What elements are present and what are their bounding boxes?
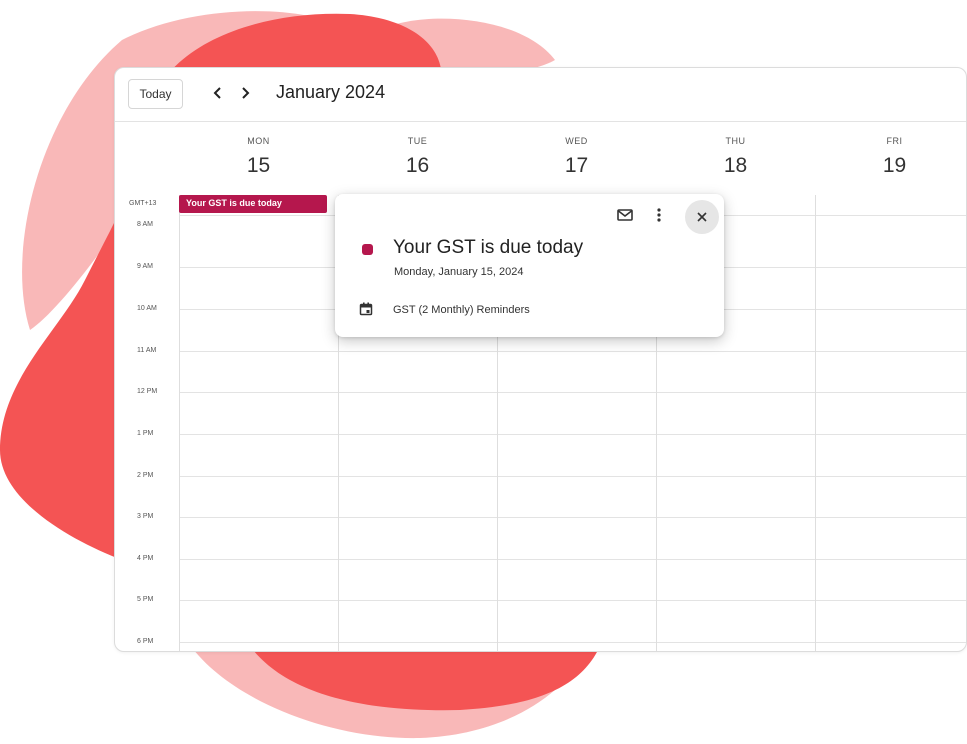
mail-icon[interactable] xyxy=(614,204,636,226)
time-label: 2 PM xyxy=(137,472,154,479)
event-title: Your GST is due today xyxy=(393,237,584,258)
time-label: 12 PM xyxy=(137,388,158,395)
time-label: 6 PM xyxy=(137,638,154,645)
column-divider xyxy=(815,195,816,651)
event-date: Monday, January 15, 2024 xyxy=(394,266,524,278)
time-label: 10 AM xyxy=(137,305,157,312)
column-divider xyxy=(179,195,180,651)
event-color-swatch xyxy=(362,244,373,255)
calendar-window: Today January 2024 MON 15 TUE 16 WED 17 … xyxy=(114,67,967,652)
grid-line xyxy=(179,434,966,435)
grid-line xyxy=(179,517,966,518)
time-label: 1 PM xyxy=(137,430,154,437)
calendar-icon xyxy=(359,302,373,321)
time-label: 9 AM xyxy=(137,263,153,270)
grid-line xyxy=(179,600,966,601)
time-label: 3 PM xyxy=(137,513,154,520)
grid-line xyxy=(179,559,966,560)
time-label: 5 PM xyxy=(137,596,154,603)
allday-event-chip[interactable]: Your GST is due today xyxy=(179,195,327,213)
more-vertical-icon[interactable] xyxy=(648,204,670,226)
grid-line xyxy=(179,642,966,643)
grid-line xyxy=(179,392,966,393)
close-icon xyxy=(697,212,707,222)
time-grid xyxy=(115,68,966,651)
grid-line xyxy=(179,476,966,477)
time-label: 4 PM xyxy=(137,555,154,562)
time-label: 8 AM xyxy=(137,221,153,228)
event-detail-popup: Your GST is due today Monday, January 15… xyxy=(335,194,724,337)
time-label: 11 AM xyxy=(137,347,157,354)
close-button[interactable] xyxy=(685,200,719,234)
event-calendar-name: GST (2 Monthly) Reminders xyxy=(393,304,530,316)
grid-line xyxy=(179,351,966,352)
